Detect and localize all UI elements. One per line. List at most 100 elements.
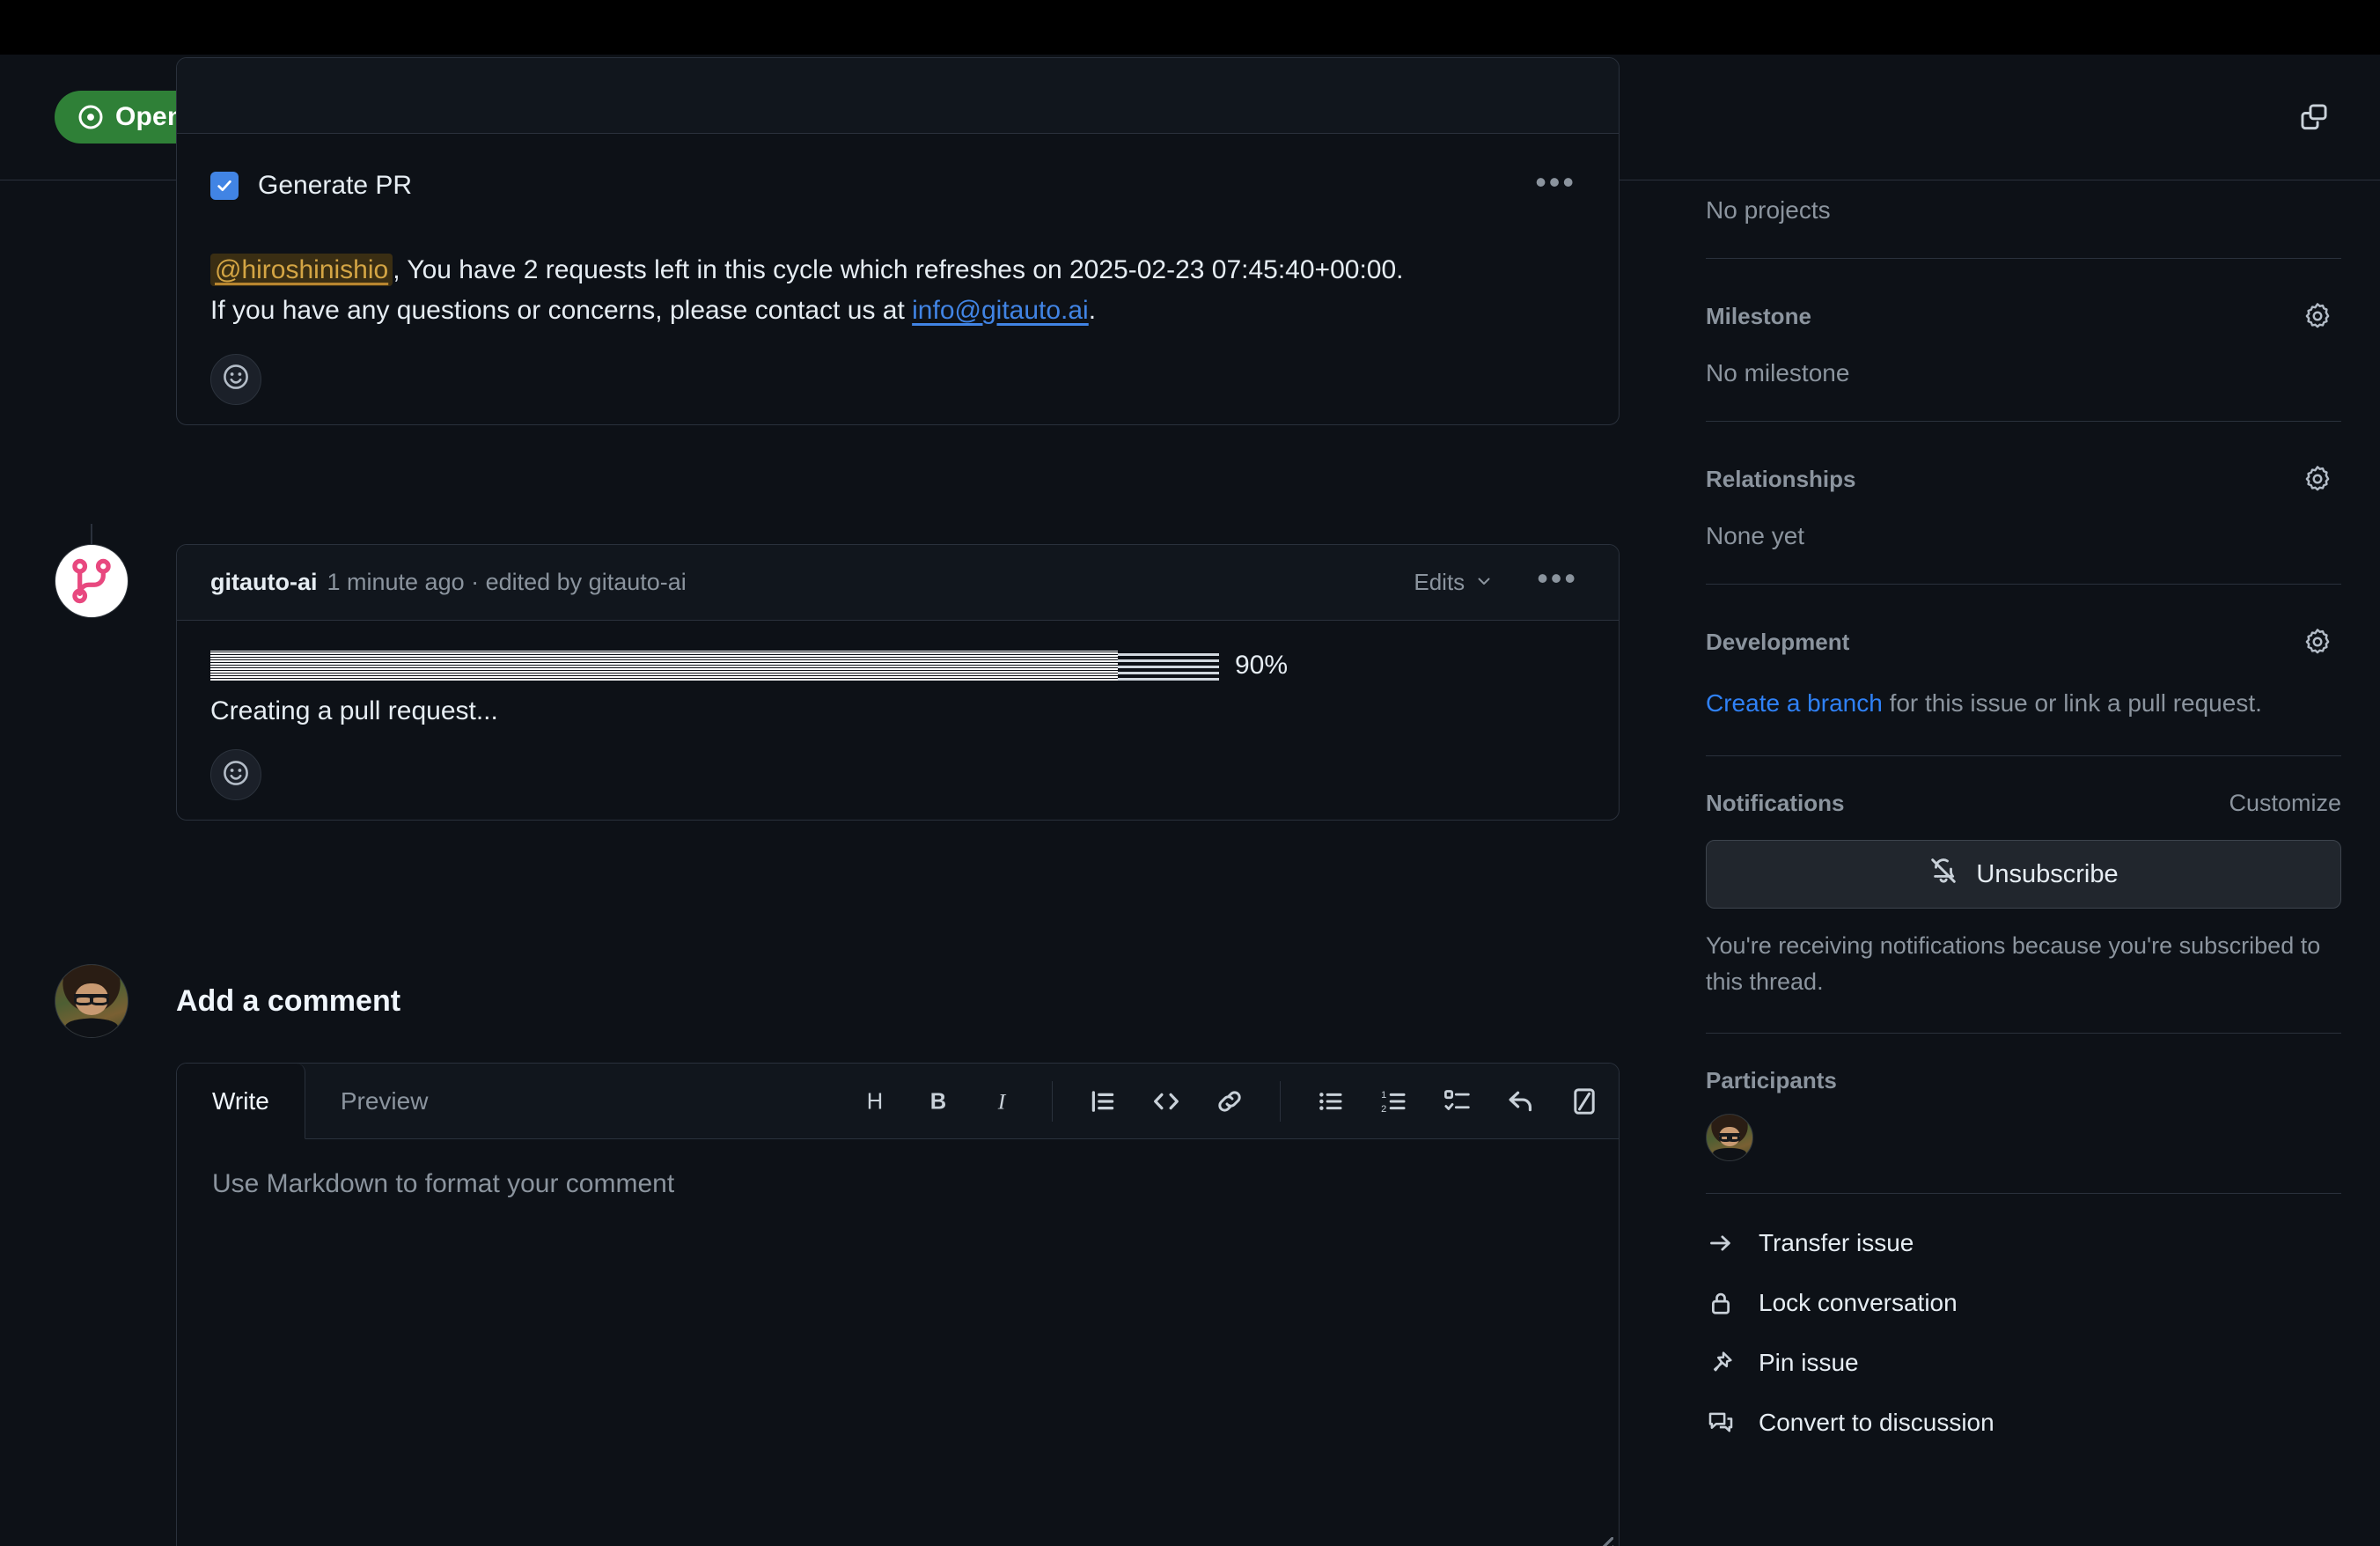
bold-icon[interactable]: B [911, 1074, 966, 1129]
user-mention-link[interactable]: @hiroshinishio [210, 254, 393, 287]
add-reaction-button[interactable] [210, 749, 261, 800]
action-lock-conversation[interactable]: Lock conversation [1706, 1273, 2341, 1333]
milestone-header: Milestone [1706, 259, 2341, 340]
action-label: Lock conversation [1759, 1289, 1958, 1316]
timeline-item-gitauto-progress: gitauto-ai 1 minute ago · edited by gita… [0, 544, 1690, 821]
milestone-title: Milestone [1706, 302, 1811, 329]
unordered-list-icon[interactable] [1304, 1074, 1358, 1129]
development-description: Create a branch for this issue or link a… [1706, 666, 2341, 755]
participants-title: Participants [1706, 1067, 1837, 1093]
relationships-title: Relationships [1706, 465, 1856, 492]
gear-icon[interactable] [2294, 618, 2341, 666]
comment-textarea[interactable]: Use Markdown to format your comment [177, 1139, 1619, 1546]
development-rest-text: for this issue or link a pull request. [1882, 689, 2262, 717]
add-comment-section: Add a comment Write Preview H B I 1 2 Us… [0, 964, 1690, 1546]
support-email-link[interactable]: info@gitauto.ai [912, 296, 1089, 325]
gear-icon[interactable] [2294, 455, 2341, 503]
comment-discussion-icon [1706, 1410, 1736, 1436]
comment-author[interactable]: gitauto-ai [210, 569, 318, 596]
comment-body: 90% Creating a pull request... [177, 621, 1619, 820]
progress-status-text: Creating a pull request... [210, 696, 498, 725]
sidebar: No projects Milestone No milestone Relat… [1690, 180, 2380, 1546]
comment-body: Generate PR ••• @hiroshinishio, You have… [177, 134, 1619, 424]
main-column: Generate PR ••• @hiroshinishio, You have… [0, 57, 1690, 1546]
comment-box: Generate PR ••• @hiroshinishio, You have… [176, 57, 1620, 425]
comment-paragraph-contact: If you have any questions or concerns, p… [210, 291, 1585, 331]
browser-chrome-strip [0, 0, 2380, 55]
issue-page: Open Add a folder structure to README.md… [0, 0, 2380, 1546]
comment-composer: Write Preview H B I 1 2 Use Markdown to … [176, 1063, 1620, 1546]
edits-label: Edits [1414, 569, 1465, 595]
progress-bar-track [1118, 651, 1219, 681]
comment-header: gitauto-ai 1 minute ago · edited by gita… [177, 545, 1619, 621]
gitauto-avatar-image [55, 544, 129, 618]
action-convert-to-discussion[interactable]: Convert to discussion [1706, 1393, 2341, 1453]
smiley-icon [222, 363, 250, 395]
saved-replies-icon[interactable] [1557, 1074, 1612, 1129]
unsubscribe-button[interactable]: Unsubscribe [1706, 840, 2341, 909]
task-list-icon[interactable] [1430, 1074, 1485, 1129]
progress-percent-label: 90% [1235, 651, 1289, 680]
participants-header: Participants [1706, 1034, 2341, 1094]
link-icon[interactable] [1202, 1074, 1257, 1129]
create-branch-link[interactable]: Create a branch [1706, 689, 1883, 717]
customize-notifications-link[interactable]: Customize [2229, 790, 2341, 817]
comment-header [177, 58, 1619, 134]
unsubscribe-label: Unsubscribe [1976, 859, 2119, 888]
tab-write[interactable]: Write [177, 1064, 305, 1139]
resize-handle[interactable] [1594, 1537, 1613, 1546]
ordered-list-icon[interactable]: 1 2 [1367, 1074, 1421, 1129]
add-comment-heading: Add a comment [176, 983, 401, 1018]
development-title: Development [1706, 628, 1850, 655]
lock-icon [1706, 1290, 1736, 1316]
sidebar-section-participants: Participants [1706, 1034, 2341, 1161]
smiley-icon [222, 759, 250, 791]
code-icon[interactable] [1139, 1074, 1194, 1129]
progress-bar [210, 651, 1219, 681]
avatar-current-user[interactable] [55, 964, 129, 1038]
notifications-title: Notifications [1706, 790, 1845, 816]
comment-menu-button[interactable]: ••• [1526, 164, 1585, 208]
composer-tabs: Write Preview H B I 1 2 [177, 1064, 1619, 1139]
timeline-item-first-comment: Generate PR ••• @hiroshinishio, You have… [0, 57, 1690, 425]
svg-text:H: H [867, 1089, 883, 1114]
pin-icon [1706, 1350, 1736, 1376]
notifications-header: Notifications Customize [1706, 756, 2341, 817]
action-transfer-issue[interactable]: Transfer issue [1706, 1213, 2341, 1273]
contact-text-pre: If you have any questions or concerns, p… [210, 295, 913, 325]
participant-avatar[interactable] [1706, 1114, 1753, 1161]
copy-button[interactable] [2287, 90, 2341, 144]
current-user-avatar-image [55, 964, 129, 1038]
reply-icon[interactable] [1494, 1074, 1548, 1129]
heading-icon[interactable]: H [848, 1074, 902, 1129]
add-comment-heading-row: Add a comment [176, 964, 1620, 1038]
comment-timestamp: 1 minute ago · edited by gitauto-ai [327, 569, 687, 595]
italic-icon[interactable]: I [974, 1074, 1029, 1129]
comment-menu-button[interactable]: ••• [1528, 560, 1587, 604]
relationships-value: None yet [1706, 522, 1805, 549]
gear-icon[interactable] [2294, 292, 2341, 340]
avatar-gitauto[interactable] [55, 544, 129, 618]
sidebar-section-development: Development Create a branch for this iss… [1706, 585, 2341, 755]
toolbar-divider [1280, 1080, 1281, 1122]
task-list-item[interactable]: Generate PR ••• [210, 164, 1585, 208]
quota-text: , You have 2 requests left in this cycle… [393, 255, 1404, 285]
svg-text:1: 1 [1381, 1089, 1386, 1100]
sidebar-section-notifications: Notifications Customize Unsubscribe You'… [1706, 756, 2341, 1033]
add-reaction-button[interactable] [210, 353, 261, 405]
progress-bar-fill [210, 651, 1119, 681]
relationships-header: Relationships [1706, 422, 2341, 503]
markdown-toolbar: H B I 1 2 [848, 1064, 1619, 1138]
edits-dropdown[interactable]: Edits [1405, 562, 1502, 603]
contact-text-post: . [1088, 295, 1097, 325]
action-label: Pin issue [1759, 1349, 1859, 1376]
comment-box: gitauto-ai 1 minute ago · edited by gita… [176, 544, 1620, 821]
svg-text:B: B [930, 1089, 946, 1114]
tab-preview[interactable]: Preview [305, 1064, 464, 1138]
svg-text:I: I [997, 1088, 1007, 1114]
quote-icon[interactable] [1076, 1074, 1130, 1129]
toolbar-divider [1052, 1080, 1053, 1122]
sidebar-section-milestone: Milestone No milestone [1706, 259, 2341, 421]
task-checkbox[interactable] [210, 172, 239, 201]
action-pin-issue[interactable]: Pin issue [1706, 1333, 2341, 1393]
